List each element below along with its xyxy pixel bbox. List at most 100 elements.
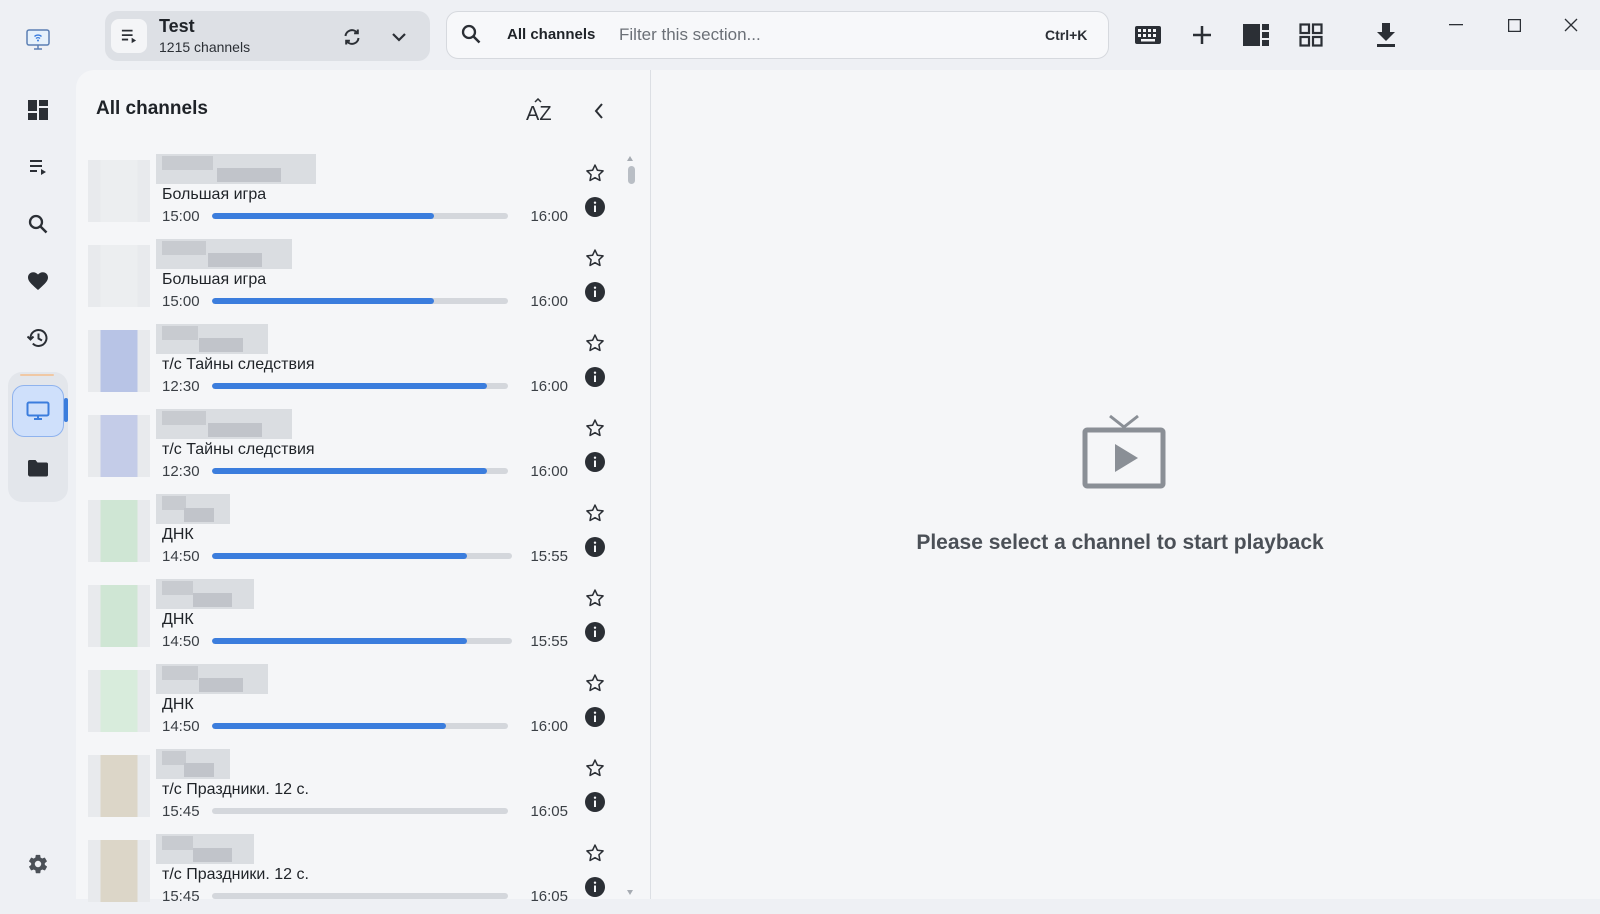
channel-info-button[interactable] <box>582 789 608 815</box>
download-icon <box>1376 23 1396 47</box>
sort-alphabetical-icon: AZ <box>525 98 555 124</box>
scroll-down-arrow[interactable] <box>627 890 633 895</box>
program-progress-bar <box>212 638 512 644</box>
sort-button[interactable]: AZ <box>522 96 558 126</box>
channel-info-button[interactable] <box>582 364 608 390</box>
program-progress-bar <box>212 468 508 474</box>
channel-row[interactable]: т/с Тайны следствия 12:30 16:00 <box>86 407 626 489</box>
channel-info-button[interactable] <box>582 619 608 645</box>
channel-info-button[interactable] <box>582 194 608 220</box>
program-progress-fill <box>212 468 488 474</box>
star-icon <box>585 503 605 523</box>
minimize-button[interactable] <box>1436 10 1476 40</box>
tv-channels-button[interactable] <box>12 385 64 437</box>
channel-logo <box>88 670 150 732</box>
channel-name-blurred <box>156 239 292 269</box>
favorite-button[interactable] <box>582 500 608 526</box>
info-icon <box>585 792 605 812</box>
star-icon <box>585 758 605 778</box>
channel-row[interactable]: Большая игра 15:00 16:00 <box>86 237 626 319</box>
rail-separator <box>20 374 54 376</box>
keyboard-icon <box>1135 26 1161 44</box>
grid-view-button[interactable] <box>1292 16 1330 54</box>
channel-logo <box>88 245 150 307</box>
program-end-time: 15:55 <box>530 633 568 650</box>
favorite-button[interactable] <box>582 415 608 441</box>
program-end-time: 16:00 <box>530 378 568 395</box>
playlist-selector[interactable]: Test 1215 channels <box>105 11 430 61</box>
refresh-icon <box>342 27 362 47</box>
search-icon <box>28 214 48 234</box>
channel-row[interactable]: ДНК 14:50 16:00 <box>86 662 626 744</box>
program-end-time: 16:00 <box>530 293 568 310</box>
settings-button[interactable] <box>18 844 58 884</box>
favorite-button[interactable] <box>582 330 608 356</box>
close-button[interactable] <box>1551 10 1591 40</box>
info-icon <box>585 537 605 557</box>
program-progress-fill <box>212 553 467 559</box>
favorites-icon <box>27 271 49 291</box>
program-end-time: 16:00 <box>530 718 568 735</box>
search-icon <box>461 24 481 44</box>
favorites-button[interactable] <box>18 261 58 301</box>
channel-info-button[interactable] <box>582 449 608 475</box>
program-end-time: 16:05 <box>530 803 568 820</box>
program-title: ДНК <box>162 696 194 713</box>
playlists-button[interactable] <box>18 147 58 187</box>
history-button[interactable] <box>18 318 58 358</box>
dashboard-button[interactable] <box>18 90 58 130</box>
playlist-icon <box>28 158 48 176</box>
program-end-time: 15:55 <box>530 548 568 565</box>
channel-row[interactable]: т/с Праздники. 12 с. 15:45 16:05 <box>86 747 626 829</box>
program-progress-bar <box>212 893 508 899</box>
refresh-playlist-button[interactable] <box>337 22 367 52</box>
empty-state-message: Please select a channel to start playbac… <box>916 531 1324 554</box>
channel-row[interactable]: т/с Тайны следствия 12:30 16:00 <box>86 322 626 404</box>
channel-row[interactable]: Большая игра 15:00 16:00 <box>86 152 626 234</box>
layout-toggle-button[interactable] <box>1237 16 1275 54</box>
add-button[interactable] <box>1183 16 1221 54</box>
folder-icon <box>27 459 49 477</box>
favorite-button[interactable] <box>582 755 608 781</box>
favorite-button[interactable] <box>582 670 608 696</box>
scrollbar-thumb[interactable] <box>628 166 635 184</box>
maximize-button[interactable] <box>1494 10 1534 40</box>
channel-logo <box>88 840 150 902</box>
files-button[interactable] <box>18 448 58 488</box>
star-icon <box>585 418 605 438</box>
program-progress-bar <box>212 808 508 814</box>
search-shortcut: Ctrl+K <box>1045 27 1088 43</box>
channel-name-blurred <box>156 579 254 609</box>
channel-logo <box>88 330 150 392</box>
favorite-button[interactable] <box>582 840 608 866</box>
favorite-button[interactable] <box>582 160 608 186</box>
chevron-left-icon <box>594 103 604 119</box>
program-title: т/с Тайны следствия <box>162 356 315 373</box>
search-input[interactable] <box>619 21 1019 49</box>
channel-info-button[interactable] <box>582 874 608 900</box>
program-start-time: 15:00 <box>162 293 200 310</box>
download-button[interactable] <box>1367 16 1405 54</box>
channel-row[interactable]: ДНК 14:50 15:55 <box>86 492 626 574</box>
collapse-panel-button[interactable] <box>584 96 614 126</box>
channel-info-button[interactable] <box>582 279 608 305</box>
program-progress-bar <box>212 298 508 304</box>
playlist-dropdown-button[interactable] <box>384 22 414 52</box>
favorite-button[interactable] <box>582 585 608 611</box>
channel-row[interactable]: ДНК 14:50 15:55 <box>86 577 626 659</box>
channel-info-button[interactable] <box>582 704 608 730</box>
channel-info-button[interactable] <box>582 534 608 560</box>
search-scope[interactable]: All channels <box>507 26 595 43</box>
keyboard-shortcuts-button[interactable] <box>1129 16 1167 54</box>
program-start-time: 15:00 <box>162 208 200 225</box>
channel-name-blurred <box>156 409 292 439</box>
channel-row[interactable]: т/с Праздники. 12 с. 15:45 16:05 <box>86 832 626 914</box>
channel-name-blurred <box>156 494 230 524</box>
search-bar: All channels Ctrl+K <box>446 11 1109 59</box>
info-icon <box>585 707 605 727</box>
favorite-button[interactable] <box>582 245 608 271</box>
channel-name-blurred <box>156 154 316 184</box>
search-nav-button[interactable] <box>18 204 58 244</box>
star-icon <box>585 588 605 608</box>
scroll-up-arrow[interactable] <box>627 156 633 161</box>
